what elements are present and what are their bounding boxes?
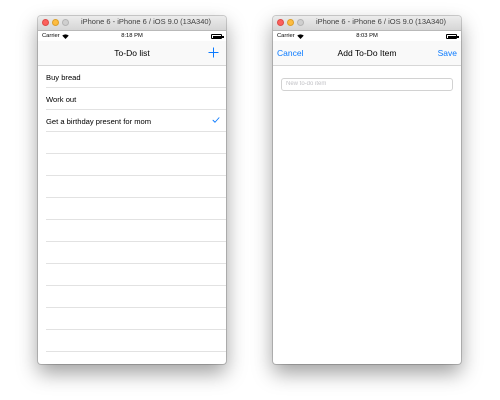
simulator-window-todo-list: iPhone 6 - iPhone 6 / iOS 9.0 (13A340) C… — [38, 16, 226, 364]
save-button[interactable]: Save — [438, 48, 457, 58]
window-controls — [277, 19, 304, 26]
battery-icon — [211, 34, 224, 39]
window-titlebar: iPhone 6 - iPhone 6 / iOS 9.0 (13A340) — [38, 16, 226, 31]
status-bar: Carrier 8:18 PM — [38, 31, 226, 41]
battery-icon — [446, 34, 459, 39]
empty-row — [46, 286, 226, 308]
list-item-label: Buy bread — [46, 73, 81, 82]
empty-row — [46, 330, 226, 352]
status-time: 8:18 PM — [121, 33, 143, 39]
empty-row — [46, 176, 226, 198]
window-titlebar: iPhone 6 - iPhone 6 / iOS 9.0 (13A340) — [273, 16, 461, 31]
plus-icon[interactable] — [208, 47, 219, 58]
empty-row — [46, 242, 226, 264]
simulator-window-add-item: iPhone 6 - iPhone 6 / iOS 9.0 (13A340) C… — [273, 16, 461, 364]
list-item[interactable]: Buy bread — [46, 66, 226, 88]
empty-row — [46, 352, 226, 364]
checkmark-icon — [212, 117, 220, 123]
empty-row — [46, 198, 226, 220]
minimize-window-button[interactable] — [287, 19, 294, 26]
list-item[interactable]: Get a birthday present for mom — [46, 110, 226, 132]
empty-row — [46, 132, 226, 154]
todo-list: Buy bread Work out Get a birthday presen… — [38, 66, 226, 364]
window-title: iPhone 6 - iPhone 6 / iOS 9.0 (13A340) — [80, 17, 212, 26]
list-item[interactable]: Work out — [46, 88, 226, 110]
status-time: 8:03 PM — [356, 33, 378, 39]
empty-row — [46, 264, 226, 286]
empty-row — [46, 220, 226, 242]
navigation-bar: To-Do list — [38, 41, 226, 66]
status-bar: Carrier 8:03 PM — [273, 31, 461, 41]
list-item-label: Work out — [46, 95, 77, 104]
nav-title: Add To-Do Item — [337, 48, 397, 58]
close-window-button[interactable] — [42, 19, 49, 26]
window-title: iPhone 6 - iPhone 6 / iOS 9.0 (13A340) — [315, 17, 447, 26]
todo-text-field[interactable] — [281, 77, 453, 91]
window-controls — [42, 19, 69, 26]
add-item-form — [273, 66, 461, 97]
navigation-bar: Cancel Add To-Do Item Save — [273, 41, 461, 66]
list-item-label: Get a birthday present for mom — [46, 117, 152, 126]
minimize-window-button[interactable] — [52, 19, 59, 26]
close-window-button[interactable] — [277, 19, 284, 26]
empty-row — [46, 308, 226, 330]
nav-title: To-Do list — [114, 48, 150, 58]
empty-row — [46, 154, 226, 176]
